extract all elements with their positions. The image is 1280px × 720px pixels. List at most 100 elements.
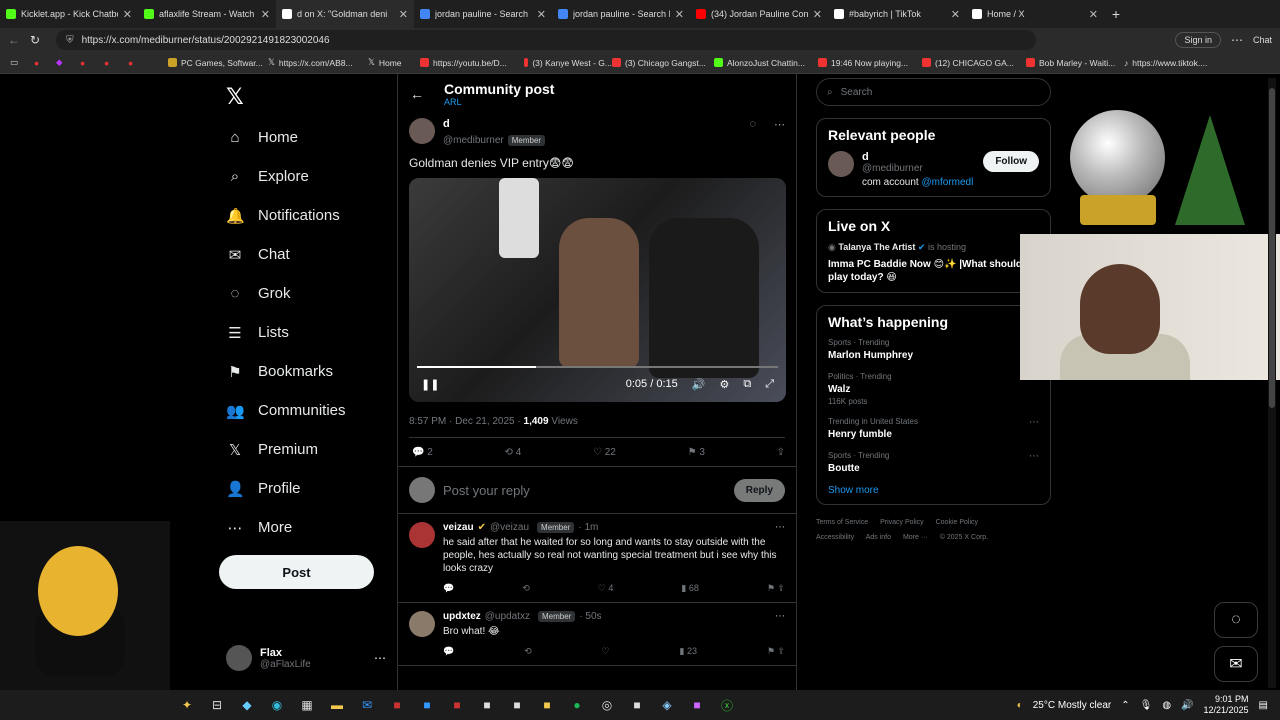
video-player[interactable]: ❚❚ 0:05 / 0:15 🔊 ⚙ ⧉ ⤢: [409, 178, 786, 402]
trend-item[interactable]: Sports · Trending Boutte ⋯: [828, 451, 1039, 474]
menu-icon[interactable]: ⋯: [1231, 33, 1243, 47]
comment[interactable]: veizau ✔ @veizau Member · 1m ⋯ he said a…: [398, 514, 796, 603]
views-action[interactable]: ▮ 23: [680, 646, 697, 657]
nav-profile[interactable]: 👤 Profile: [218, 469, 388, 508]
obs-icon[interactable]: ◎: [596, 694, 618, 716]
spotify-icon[interactable]: ●: [566, 694, 588, 716]
nav-more[interactable]: ⋯ More: [218, 508, 388, 547]
search-input[interactable]: ⌕ Search: [816, 78, 1051, 106]
sidebar-toggle-icon[interactable]: ▭: [10, 57, 34, 68]
bookmark-icon[interactable]: ●: [128, 58, 168, 68]
mic-icon[interactable]: 🎙: [1140, 700, 1153, 711]
reload-icon[interactable]: ↻: [30, 33, 40, 47]
post-button[interactable]: Post: [219, 555, 374, 589]
task-view-icon[interactable]: ⊟: [206, 694, 228, 716]
app-icon[interactable]: ■: [446, 694, 468, 716]
community-link[interactable]: ARL: [444, 97, 554, 107]
nav-communities[interactable]: 👥 Communities: [218, 391, 388, 430]
footer-link[interactable]: Ads info: [866, 534, 891, 541]
app-icon[interactable]: ■: [626, 694, 648, 716]
pip-icon[interactable]: ⧉: [743, 378, 751, 391]
repost-icon[interactable]: ⟲: [524, 646, 532, 657]
footer-link[interactable]: Cookie Policy: [936, 519, 978, 526]
url-field[interactable]: ⛨ https://x.com/mediburner/status/2002921…: [56, 30, 1037, 50]
comment-handle[interactable]: @veizau: [490, 522, 529, 533]
app-icon[interactable]: ■: [386, 694, 408, 716]
chevron-up-icon[interactable]: ⌃: [1121, 700, 1129, 711]
grok-float-button[interactable]: ◌: [1214, 602, 1258, 638]
repost-icon[interactable]: ⟲: [522, 583, 530, 594]
close-tab-icon[interactable]: ✕: [399, 8, 408, 21]
steam-icon[interactable]: ◈: [656, 694, 678, 716]
fullscreen-icon[interactable]: ⤢: [765, 378, 774, 391]
app-icon[interactable]: ■: [536, 694, 558, 716]
more-icon[interactable]: ⋯: [775, 611, 785, 622]
author-name[interactable]: d: [443, 118, 545, 130]
nav-lists[interactable]: ☰ Lists: [218, 313, 388, 352]
browser-tab[interactable]: aflaxlife Stream - Watch Live✕: [138, 0, 276, 28]
more-icon[interactable]: ⋯: [1029, 417, 1039, 440]
trend-item[interactable]: Trending in United States Henry fumble ⋯: [828, 417, 1039, 440]
folder-icon[interactable]: ▬: [326, 694, 348, 716]
like-action[interactable]: ♡ 4: [598, 583, 614, 594]
account-switcher[interactable]: Flax @aFlaxLife ⋯: [226, 645, 386, 671]
messages-float-button[interactable]: ✉: [1214, 646, 1258, 682]
browser-tab[interactable]: #babyrich | TikTok ✕: [828, 0, 966, 28]
bookmark-action[interactable]: ⚑ 3: [688, 447, 705, 458]
network-icon[interactable]: ◍: [1162, 700, 1171, 711]
comment[interactable]: updxtez @updatxz Member · 50s ⋯ Bro what…: [398, 603, 796, 666]
live-on-x-card[interactable]: Live on X ◉ Talanya The Artist ✔ is host…: [816, 209, 1051, 293]
bio-link[interactable]: @mformedl: [921, 177, 973, 188]
close-tab-icon[interactable]: ✕: [261, 8, 270, 21]
nav-premium[interactable]: 𝕏 Premium: [218, 430, 388, 469]
bookmark-icon[interactable]: ⚑ ⇪: [767, 583, 785, 594]
bookmark-item[interactable]: (3) Chicago Gangst...: [612, 58, 714, 68]
bookmark-icon[interactable]: ◆: [56, 57, 80, 68]
sign-in-button[interactable]: Sign in: [1175, 32, 1221, 48]
bookmark-icon[interactable]: ●: [80, 58, 104, 68]
footer-link[interactable]: Privacy Policy: [880, 519, 924, 526]
close-tab-icon[interactable]: ✕: [675, 8, 684, 21]
bookmark-item[interactable]: 𝕏https://x.com/AB8...: [268, 57, 368, 68]
nav-chat[interactable]: ✉ Chat: [218, 235, 388, 274]
copilot-chat-button[interactable]: Chat: [1253, 35, 1272, 45]
back-arrow-icon[interactable]: ←: [410, 86, 424, 102]
repost-action[interactable]: ⟲ 4: [505, 447, 522, 458]
trend-item[interactable]: Sports · Trending Marlon Humphrey: [828, 338, 1039, 361]
new-tab-button[interactable]: +: [1104, 6, 1128, 22]
widgets-icon[interactable]: ✦: [176, 694, 198, 716]
reply-icon[interactable]: 💬: [443, 583, 454, 594]
xbox-icon[interactable]: ⓧ: [716, 694, 738, 716]
nav-explore[interactable]: ⌕ Explore: [218, 157, 388, 196]
store-icon[interactable]: ▦: [296, 694, 318, 716]
bookmark-item[interactable]: ♪ https://www.tiktok....: [1124, 58, 1220, 68]
reply-button[interactable]: Reply: [733, 478, 785, 502]
nav-home[interactable]: ⌂ Home: [218, 118, 388, 157]
more-icon[interactable]: ⋯: [774, 118, 785, 131]
comment-handle[interactable]: @updatxz: [485, 611, 530, 622]
copilot-icon[interactable]: ◆: [236, 694, 258, 716]
avatar[interactable]: [828, 151, 854, 177]
close-tab-icon[interactable]: ✕: [813, 8, 822, 21]
like-action[interactable]: ♡ 22: [593, 447, 616, 458]
bookmark-item[interactable]: 𝕏 Home: [368, 57, 420, 68]
browser-tab[interactable]: (34) Jordan Pauline Confront✕: [690, 0, 828, 28]
pause-icon[interactable]: ❚❚: [421, 378, 439, 391]
close-tab-icon[interactable]: ✕: [951, 8, 960, 21]
avatar[interactable]: [409, 611, 435, 637]
x-logo-icon[interactable]: 𝕏: [226, 84, 388, 118]
bookmark-item[interactable]: https://youtu.be/D...: [420, 58, 524, 68]
person-name[interactable]: d: [862, 151, 973, 163]
app-icon[interactable]: ■: [476, 694, 498, 716]
close-tab-icon[interactable]: ✕: [537, 8, 546, 21]
reply-icon[interactable]: 💬: [443, 646, 454, 657]
grok-icon[interactable]: ◌: [749, 118, 756, 130]
show-more-link[interactable]: Show more: [828, 485, 1039, 496]
browser-tab[interactable]: jordan pauline - Search ✕: [414, 0, 552, 28]
app-icon[interactable]: ■: [416, 694, 438, 716]
browser-tab[interactable]: jordan pauline - Search Imag✕: [552, 0, 690, 28]
reply-action[interactable]: 💬 2: [412, 447, 433, 458]
avatar[interactable]: [409, 522, 435, 548]
close-tab-icon[interactable]: ✕: [1089, 8, 1098, 21]
person-handle[interactable]: @mediburner: [862, 163, 973, 174]
